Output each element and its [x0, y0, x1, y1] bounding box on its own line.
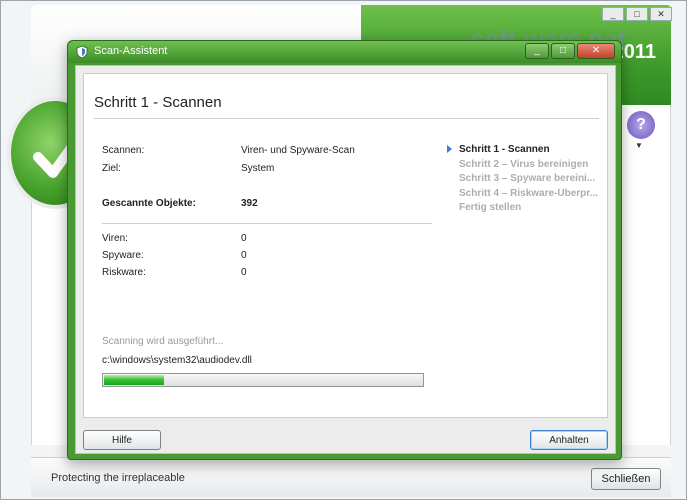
wizard-step-label: Schritt 4 – Riskware-Überpr... [459, 187, 598, 199]
wizard-step-label: Schritt 1 - Scannen [459, 144, 550, 155]
tagline: Protecting the irreplaceable [51, 472, 185, 484]
close-app-button[interactable]: Schließen [591, 468, 661, 490]
spyware-count: 0 [241, 250, 247, 261]
step-heading: Schritt 1 - Scannen [94, 94, 222, 111]
results-divider [102, 223, 432, 224]
wizard-steps-list: Schritt 1 - Scannen Schritt 2 – Virus be… [447, 144, 607, 217]
wizard-step: Fertig stellen [447, 202, 607, 217]
shield-icon [76, 45, 88, 59]
dialog-title: Scan-Assistent [94, 45, 168, 57]
maximize-button[interactable]: □ [626, 7, 648, 21]
current-file-path: c:\windows\system32\audiodev.dll [102, 355, 252, 366]
scan-status-text: Scanning wird ausgeführt... [102, 336, 224, 347]
wizard-step: Schritt 3 – Spyware bereini... [447, 173, 607, 188]
minimize-button[interactable]: _ [602, 7, 624, 21]
viruses-count: 0 [241, 233, 247, 244]
wizard-step-label: Schritt 3 – Spyware bereini... [459, 173, 596, 184]
wizard-step-label: Fertig stellen [459, 202, 522, 213]
wizard-step: Schritt 1 - Scannen [447, 144, 607, 159]
main-window-controls: _ □ ✕ [602, 7, 672, 21]
target-value: System [241, 163, 275, 174]
stop-scan-button[interactable]: Anhalten [530, 430, 608, 450]
help-button[interactable]: Hilfe [83, 430, 161, 450]
chevron-down-icon[interactable]: ▼ [635, 141, 643, 150]
scan-type-value: Viren- und Spyware-Scan [241, 145, 355, 156]
scan-progress-fill [104, 375, 164, 385]
help-icon[interactable]: ? [627, 111, 655, 139]
status-bar: Protecting the irreplaceable Schließen [31, 457, 671, 497]
dialog-titlebar[interactable]: Scan-Assistent _ □ ✕ [68, 41, 621, 63]
dialog-body: Schritt 1 - Scannen Scannen: Viren- und … [75, 65, 616, 454]
scanned-objects-count: 392 [241, 198, 258, 209]
wizard-step-label: Schritt 2 – Virus bereinigen [459, 158, 589, 170]
dialog-maximize-button[interactable]: □ [551, 43, 575, 59]
spyware-label: Spyware: [102, 250, 144, 261]
scan-content-panel: Schritt 1 - Scannen Scannen: Viren- und … [83, 73, 608, 418]
wizard-step: Schritt 4 – Riskware-Überpr... [447, 188, 607, 203]
dialog-close-button[interactable]: ✕ [577, 43, 615, 59]
wizard-step: Schritt 2 – Virus bereinigen [447, 159, 607, 174]
close-window-button[interactable]: ✕ [650, 7, 672, 21]
riskware-label: Riskware: [102, 267, 146, 278]
heading-divider [94, 118, 599, 119]
dialog-window-controls: _ □ ✕ [525, 43, 615, 59]
scan-type-label: Scannen: [102, 145, 145, 156]
scan-progress-bar [102, 373, 424, 387]
scanned-objects-label: Gescannte Objekte: [102, 198, 196, 209]
scan-assistant-dialog: Scan-Assistent _ □ ✕ Schritt 1 - Scannen… [67, 40, 622, 460]
riskware-count: 0 [241, 267, 247, 278]
viruses-label: Viren: [102, 233, 128, 244]
dialog-minimize-button[interactable]: _ [525, 43, 549, 59]
current-step-arrow-icon [447, 145, 452, 153]
target-label: Ziel: [102, 163, 121, 174]
